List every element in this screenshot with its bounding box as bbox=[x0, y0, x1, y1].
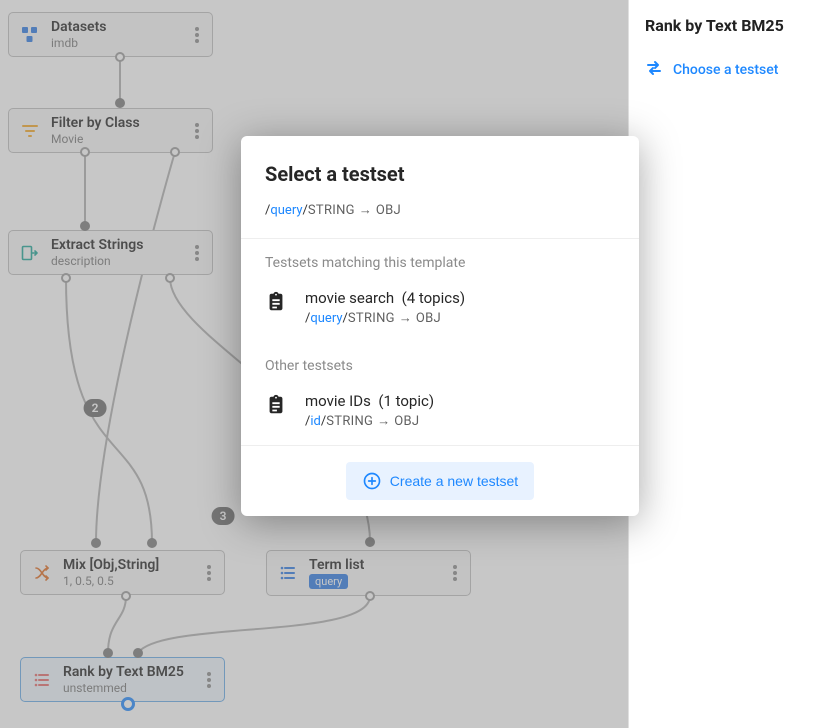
clipboard-icon bbox=[265, 291, 289, 315]
testset-name: movie IDs (1 topic) bbox=[305, 392, 434, 410]
plus-circle-icon bbox=[362, 471, 382, 491]
create-testset-label: Create a new testset bbox=[390, 473, 518, 489]
choose-testset-label: Choose a testset bbox=[673, 62, 778, 78]
sidebar-title: Rank by Text BM25 bbox=[645, 16, 804, 35]
testset-name: movie search (4 topics) bbox=[305, 289, 465, 307]
section-other-label: Other testsets bbox=[241, 342, 639, 382]
modal-title: Select a testset bbox=[265, 162, 615, 186]
swap-icon bbox=[645, 59, 663, 81]
testset-template: /id/STRING→OBJ bbox=[305, 413, 434, 429]
testset-template: /query/STRING→OBJ bbox=[305, 310, 465, 326]
testset-row[interactable]: movie IDs (1 topic) /id/STRING→OBJ bbox=[241, 382, 639, 445]
create-testset-button[interactable]: Create a new testset bbox=[346, 462, 534, 500]
clipboard-icon bbox=[265, 394, 289, 418]
testset-row[interactable]: movie search (4 topics) /query/STRING→OB… bbox=[241, 279, 639, 342]
sidebar: Rank by Text BM25 Choose a testset bbox=[628, 0, 820, 728]
select-testset-modal: Select a testset /query/STRING→OBJ Tests… bbox=[241, 136, 639, 516]
choose-testset-link[interactable]: Choose a testset bbox=[645, 59, 804, 81]
section-matching-label: Testsets matching this template bbox=[241, 238, 639, 279]
modal-template: /query/STRING→OBJ bbox=[265, 202, 615, 218]
